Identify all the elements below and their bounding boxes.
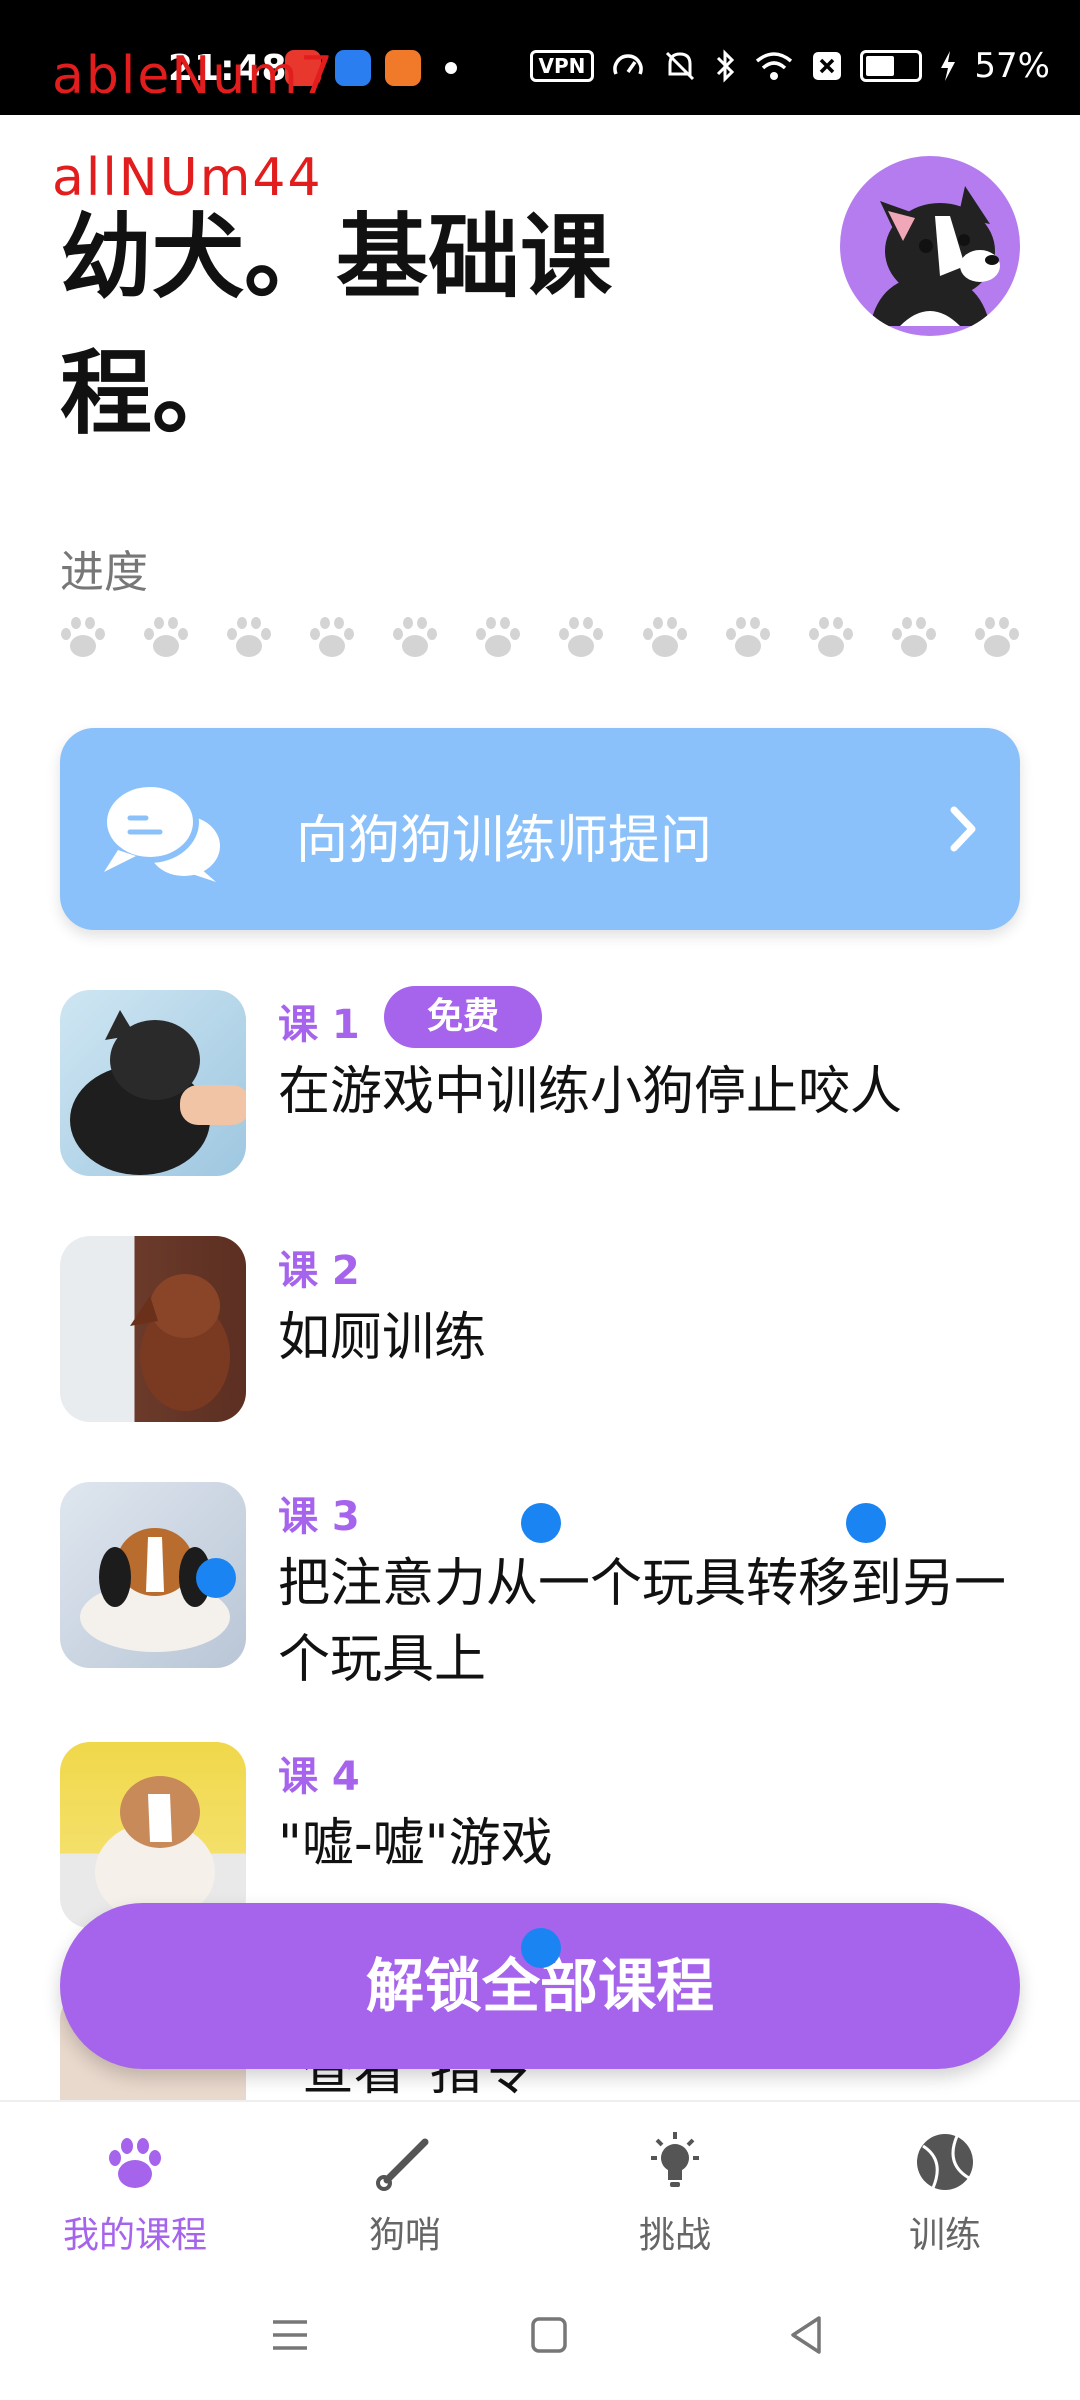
bluetooth-icon bbox=[717, 49, 735, 83]
lesson-thumbnail bbox=[60, 1742, 246, 1928]
more-notifications-icon bbox=[445, 62, 457, 74]
speed-icon bbox=[613, 54, 644, 75]
system-status-icons: VPN 57% bbox=[529, 46, 1050, 86]
lightbulb-icon bbox=[651, 2132, 699, 2187]
ask-trainer-card[interactable]: 向狗狗训练师提问 bbox=[60, 728, 1020, 930]
tap-indicator-dot bbox=[521, 1503, 561, 1543]
progress-paw-icon bbox=[476, 617, 521, 657]
free-badge: 免费 bbox=[384, 986, 542, 1048]
ball-icon bbox=[917, 2134, 973, 2190]
browser-app-icon bbox=[335, 50, 371, 86]
nav-challenge[interactable]: 挑战 bbox=[540, 2102, 810, 2274]
lesson-title: 如厕训练 bbox=[278, 1308, 487, 1368]
nav-label: 我的课程 bbox=[62, 2215, 207, 2256]
home-icon[interactable] bbox=[524, 2310, 574, 2360]
lesson-number: 课 3 bbox=[278, 1494, 360, 1540]
lesson-number: 课 1 bbox=[278, 1002, 360, 1048]
progress-paw-icon bbox=[61, 617, 105, 657]
system-navigation-bar bbox=[0, 2272, 1080, 2400]
progress-paw-icon bbox=[725, 617, 770, 657]
dog-avatar-icon bbox=[870, 186, 1000, 326]
no-sim-icon bbox=[813, 52, 842, 80]
page-title: 幼犬。基础课程。 bbox=[60, 204, 613, 447]
lesson-thumbnail bbox=[60, 990, 246, 1176]
lesson-title: 把注意力从一个玩具转移到另一个玩具上 bbox=[278, 1554, 1007, 1690]
nav-label: 训练 bbox=[908, 2215, 981, 2256]
progress-paws bbox=[58, 614, 1022, 660]
whistle-icon bbox=[376, 2138, 429, 2191]
tap-indicator-dot bbox=[521, 1928, 561, 1968]
battery-percent: 57% bbox=[974, 46, 1050, 86]
progress-paw-icon bbox=[227, 617, 272, 657]
menu-icon[interactable] bbox=[265, 2310, 315, 2360]
lesson-title: 在游戏中训练小狗停止咬人 bbox=[278, 1062, 903, 1122]
avatar[interactable] bbox=[840, 156, 1020, 336]
mute-icon bbox=[666, 51, 695, 81]
lesson-item-4[interactable]: 课 4 "嘘-嘘"游戏 bbox=[60, 1742, 1020, 1928]
chevron-right-icon bbox=[950, 806, 976, 852]
chat-bubbles-icon bbox=[101, 781, 220, 882]
progress-paw-icon bbox=[144, 617, 189, 657]
lesson-thumbnail bbox=[60, 1236, 246, 1422]
paw-icon bbox=[109, 2138, 161, 2188]
lesson-number: 课 4 bbox=[278, 1754, 360, 1800]
nav-my-courses[interactable]: 我的课程 bbox=[0, 2102, 270, 2274]
brown-puppy-image bbox=[130, 1274, 230, 1411]
tap-indicator-dot bbox=[846, 1503, 886, 1543]
nav-whistle[interactable]: 狗哨 bbox=[270, 2102, 540, 2274]
ask-trainer-label: 向狗狗训练师提问 bbox=[296, 811, 713, 871]
battery-icon bbox=[860, 50, 923, 82]
lesson-item-2[interactable]: 课 2 如厕训练 bbox=[60, 1236, 1020, 1422]
tap-indicator-dot bbox=[196, 1558, 236, 1598]
charging-icon bbox=[941, 51, 956, 81]
vpn-icon: VPN bbox=[529, 50, 595, 82]
store-app-icon bbox=[385, 50, 421, 86]
nav-label: 挑战 bbox=[638, 2215, 711, 2256]
bottom-navigation: 我的课程 狗哨 挑战 训练 bbox=[0, 2100, 1080, 2274]
overlay-label-1: ableNum7 bbox=[52, 46, 335, 106]
black-puppy-image bbox=[70, 1010, 246, 1175]
lesson-item-1[interactable]: 课 1 免费 在游戏中训练小狗停止咬人 bbox=[60, 986, 1020, 1176]
progress-paw-icon bbox=[393, 617, 438, 657]
bulldog-puppy-image bbox=[95, 1776, 215, 1922]
progress-paw-icon bbox=[974, 617, 1019, 657]
lesson-title: "嘘-嘘"游戏 bbox=[278, 1814, 553, 1874]
progress-label: 进度 bbox=[60, 547, 148, 598]
progress-paw-icon bbox=[891, 617, 936, 657]
progress-paw-icon bbox=[559, 617, 604, 657]
progress-paw-icon bbox=[642, 617, 687, 657]
nav-label: 狗哨 bbox=[368, 2215, 441, 2256]
progress-paw-icon bbox=[808, 617, 853, 657]
lesson-number: 课 2 bbox=[278, 1248, 360, 1294]
wifi-icon bbox=[756, 52, 793, 80]
progress-paw-icon bbox=[310, 617, 355, 657]
back-icon[interactable] bbox=[781, 2310, 831, 2360]
nav-training[interactable]: 训练 bbox=[810, 2102, 1080, 2274]
